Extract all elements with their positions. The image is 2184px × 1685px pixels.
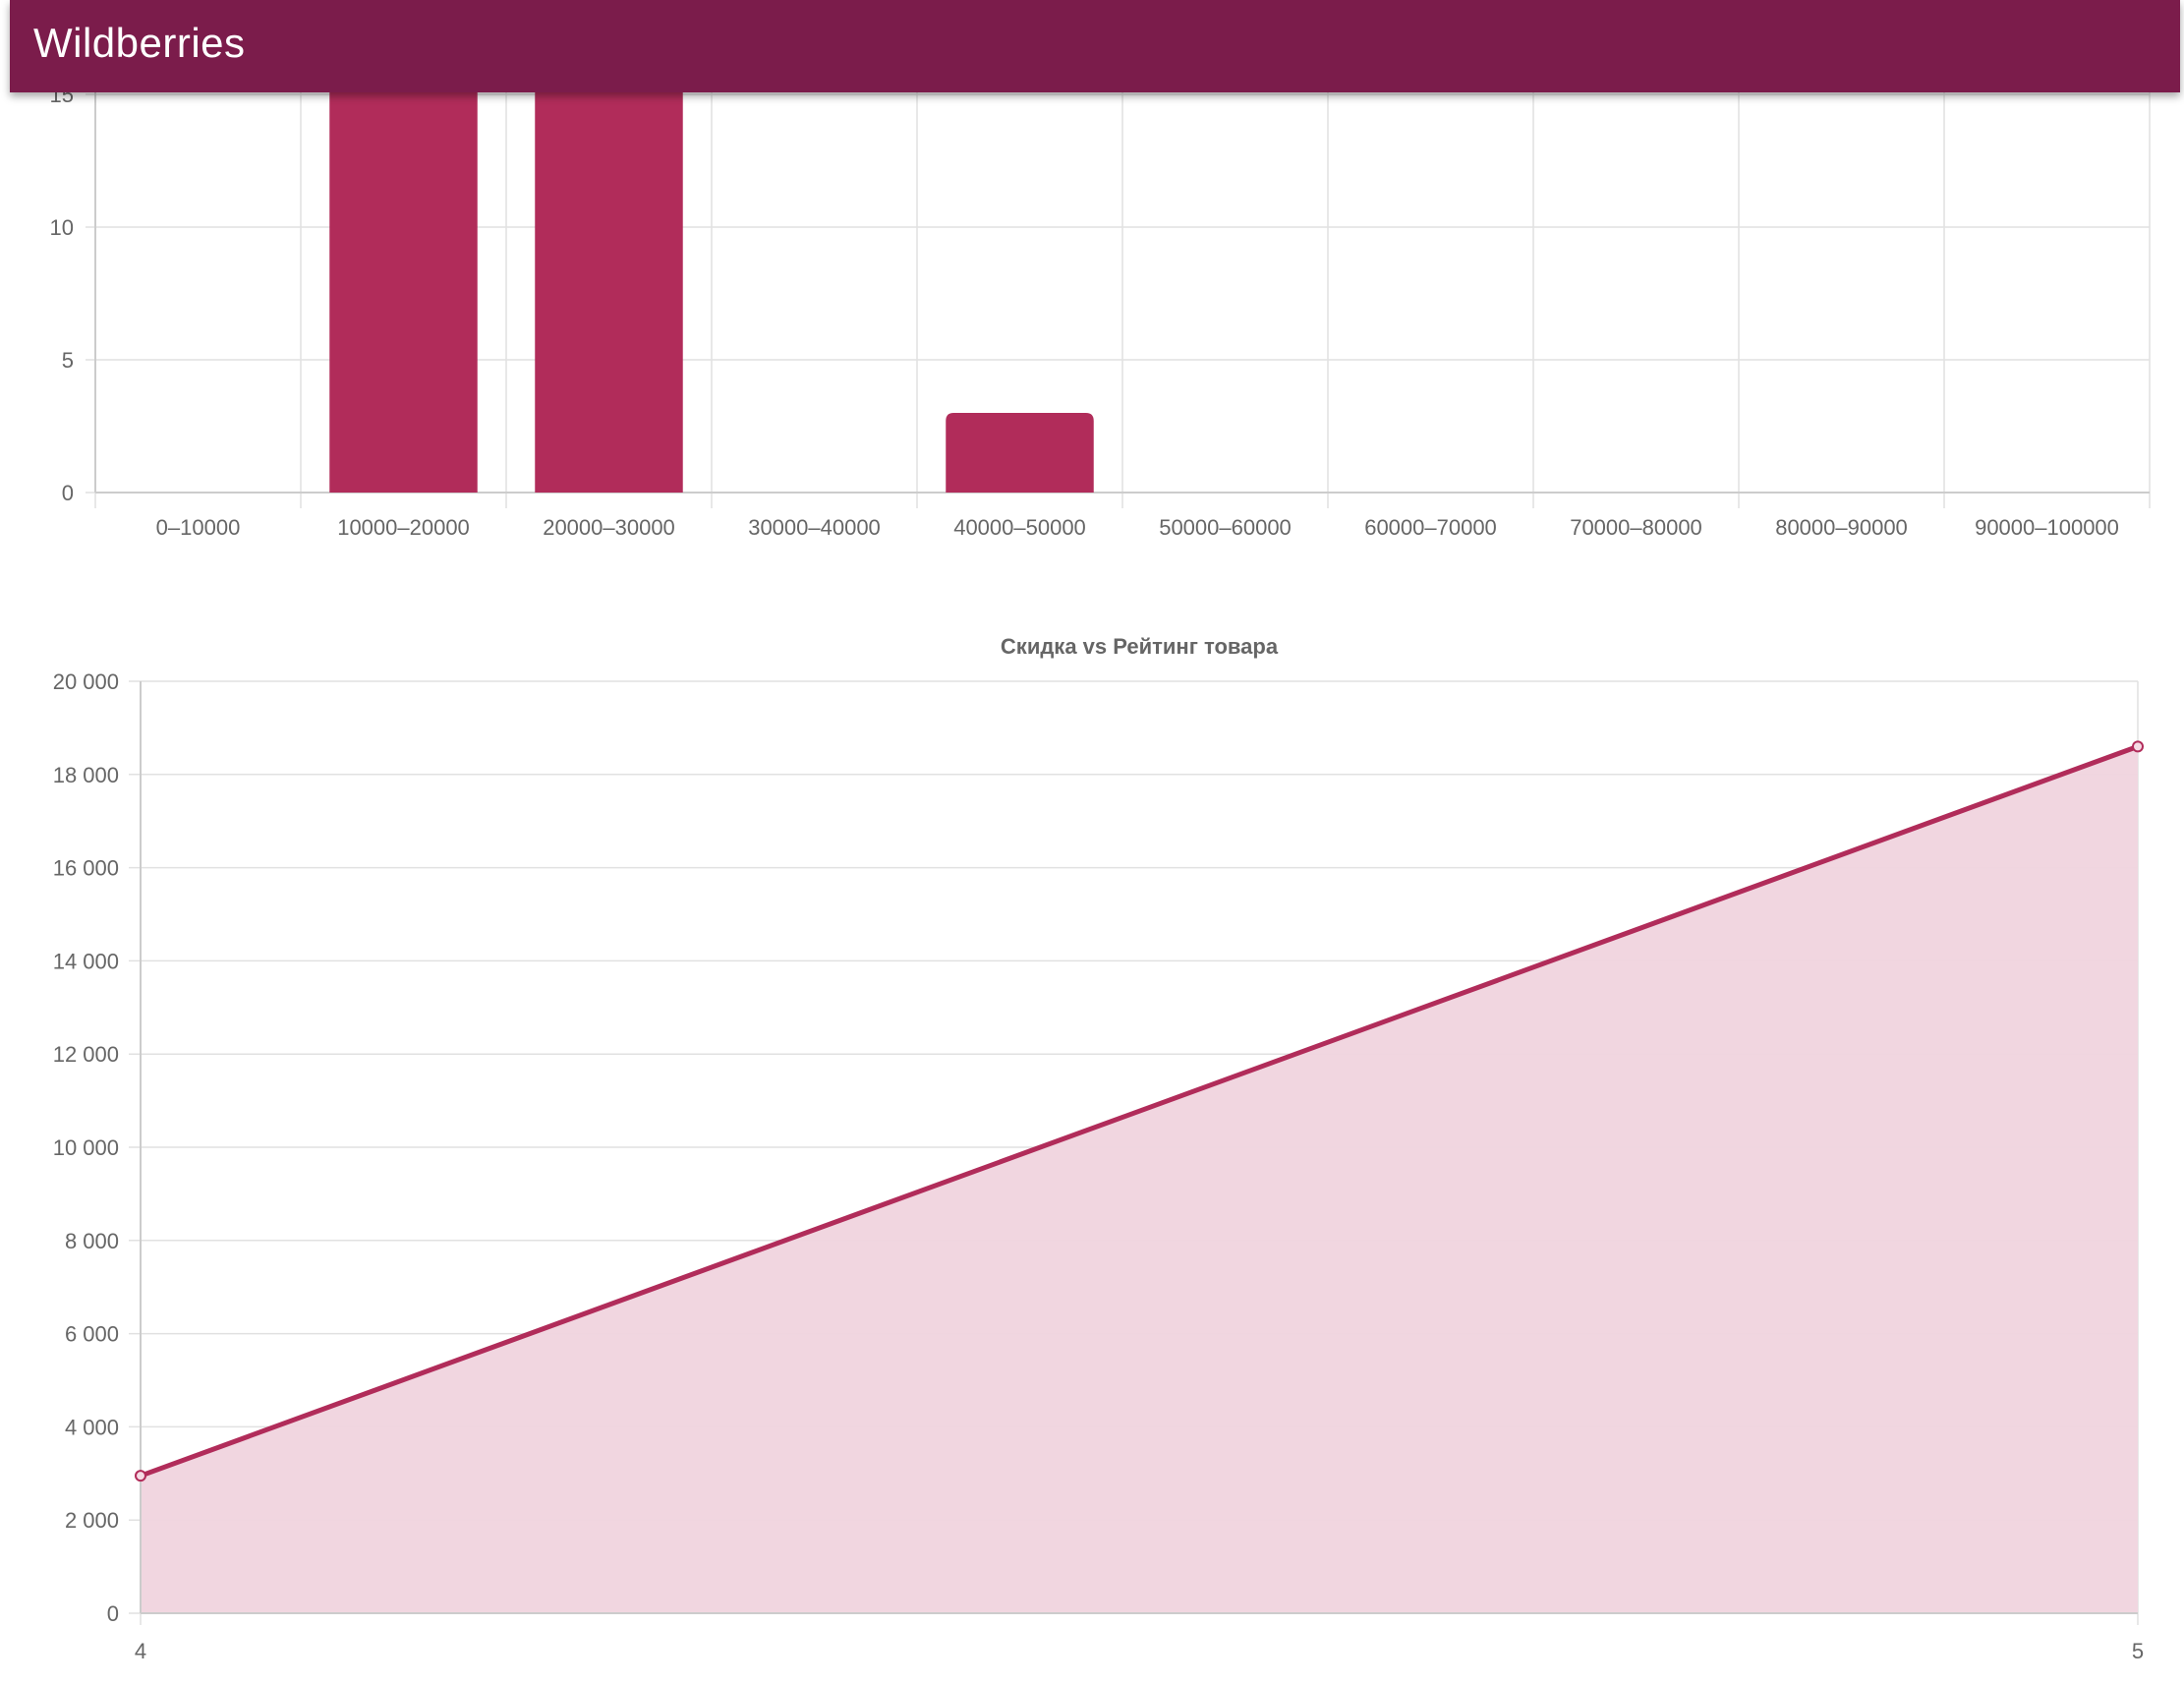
x-tick-label: 4 (135, 1639, 146, 1663)
y-tick-label: 16 000 (53, 856, 119, 881)
x-tick-label: 40000–50000 (953, 515, 1086, 540)
y-tick-label: 0 (107, 1601, 119, 1626)
y-tick-label: 20 000 (53, 669, 119, 694)
x-tick-label: 20000–30000 (543, 515, 675, 540)
y-tick-label: 12 000 (53, 1042, 119, 1067)
x-tick-label: 50000–60000 (1159, 515, 1292, 540)
x-tick-label: 60000–70000 (1364, 515, 1497, 540)
data-point (2132, 740, 2144, 753)
y-tick-label: 10 000 (53, 1135, 119, 1160)
x-tick-label: 90000–100000 (1975, 515, 2119, 540)
y-tick-label: 0 (62, 481, 74, 505)
area-fill (141, 746, 2138, 1613)
y-tick-label: 4 000 (65, 1415, 119, 1439)
y-tick-label: 8 000 (65, 1229, 119, 1253)
x-tick-label: 5 (2132, 1639, 2144, 1663)
data-point (135, 1470, 146, 1482)
discount-rating-chart: Скидка vs Рейтинг товара 0 2 000 4 000 6 000… (53, 634, 2144, 1663)
chart-title: Скидка vs Рейтинг товара (1001, 634, 1279, 659)
y-tick-label: 5 (62, 348, 74, 373)
x-tick-label: 10000–20000 (337, 515, 470, 540)
histogram-bar (946, 413, 1094, 493)
x-tick-label: 80000–90000 (1775, 515, 1908, 540)
y-tick-label: 18 000 (53, 763, 119, 787)
x-tick-label: 30000–40000 (748, 515, 881, 540)
app-title: Wildberries (33, 20, 246, 66)
y-tick-label: 6 000 (65, 1322, 119, 1347)
app-bar: Wildberries (10, 0, 2180, 92)
x-tick-label: 70000–80000 (1570, 515, 1702, 540)
y-tick-label: 2 000 (65, 1508, 119, 1533)
y-tick-label: 14 000 (53, 949, 119, 973)
x-tick-label: 0–10000 (156, 515, 241, 540)
y-tick-label: 10 (50, 215, 74, 240)
